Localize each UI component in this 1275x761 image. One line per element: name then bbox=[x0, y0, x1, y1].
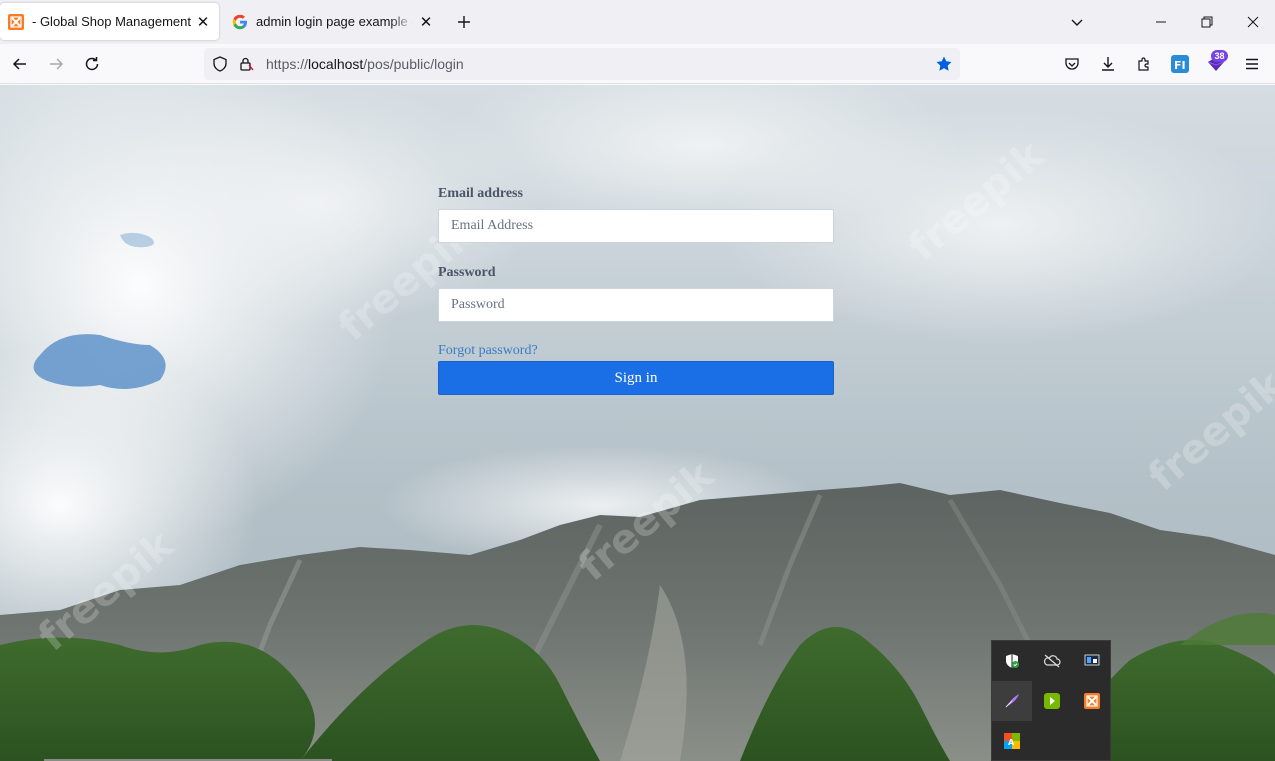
pocket-icon[interactable] bbox=[1058, 50, 1086, 78]
application-menu-hamburger-icon[interactable] bbox=[1238, 50, 1266, 78]
system-tray-overflow: A bbox=[991, 640, 1111, 761]
svg-text:A: A bbox=[1008, 738, 1015, 747]
forward-arrow-icon[interactable] bbox=[42, 50, 70, 78]
sign-in-button[interactable]: Sign in bbox=[438, 361, 834, 395]
nvidia-icon[interactable] bbox=[1032, 681, 1072, 721]
list-all-tabs-chevron-down-icon[interactable] bbox=[1063, 8, 1091, 36]
xampp-icon[interactable] bbox=[1072, 681, 1112, 721]
svg-text:FI: FI bbox=[1174, 59, 1186, 72]
downloads-icon[interactable] bbox=[1094, 50, 1122, 78]
fi-extension-icon[interactable]: FI bbox=[1166, 50, 1194, 78]
bookmark-star-icon[interactable] bbox=[934, 54, 954, 74]
google-favicon-icon bbox=[232, 14, 248, 30]
close-window-icon[interactable] bbox=[1239, 8, 1267, 36]
restore-window-icon[interactable] bbox=[1193, 8, 1221, 36]
reload-icon[interactable] bbox=[78, 50, 106, 78]
password-label: Password bbox=[438, 265, 496, 280]
tab-title: - Global Shop Management bbox=[32, 14, 191, 29]
extensions-puzzle-icon[interactable] bbox=[1130, 50, 1158, 78]
url-host: localhost bbox=[308, 56, 364, 72]
onedrive-icon[interactable] bbox=[1032, 641, 1072, 681]
pen-feather-icon[interactable] bbox=[992, 681, 1032, 721]
xampp-favicon-icon bbox=[8, 13, 24, 30]
password-input[interactable] bbox=[438, 288, 834, 322]
minimize-window-icon[interactable] bbox=[1147, 8, 1175, 36]
network-monitor-icon[interactable] bbox=[1072, 641, 1112, 681]
new-tab-button[interactable] bbox=[452, 10, 476, 34]
back-arrow-icon[interactable] bbox=[6, 50, 34, 78]
url-scheme: https:// bbox=[266, 56, 309, 72]
forgot-password-link[interactable]: Forgot password? bbox=[438, 343, 834, 359]
color-grid-icon[interactable]: A bbox=[992, 721, 1032, 761]
navigation-toolbar: https://localhost/pos/public/login FI bbox=[0, 44, 1275, 84]
connection-lock-icon[interactable] bbox=[236, 54, 256, 74]
tab-strip: - Global Shop Management ✕ admin login p… bbox=[0, 0, 1275, 44]
extension-count-badge: 38 bbox=[1211, 50, 1228, 62]
close-tab-icon[interactable]: ✕ bbox=[414, 10, 438, 34]
tracking-protection-shield-icon[interactable] bbox=[210, 54, 230, 74]
url-text[interactable]: https://localhost/pos/public/login bbox=[266, 56, 464, 72]
close-tab-icon[interactable]: ✕ bbox=[191, 10, 215, 34]
tab-global-shop[interactable]: - Global Shop Management ✕ bbox=[0, 3, 219, 40]
email-label: Email address bbox=[438, 186, 523, 201]
tab-title: admin login page example - Google Search bbox=[256, 14, 414, 29]
windows-security-icon[interactable] bbox=[992, 641, 1032, 681]
login-form: Email address Password Forgot password? … bbox=[438, 186, 834, 395]
tab-google-search[interactable]: admin login page example - Google Search… bbox=[224, 3, 442, 40]
address-bar[interactable]: https://localhost/pos/public/login bbox=[204, 48, 960, 80]
url-path: /pos/public/login bbox=[363, 56, 464, 72]
email-input[interactable] bbox=[438, 209, 834, 243]
